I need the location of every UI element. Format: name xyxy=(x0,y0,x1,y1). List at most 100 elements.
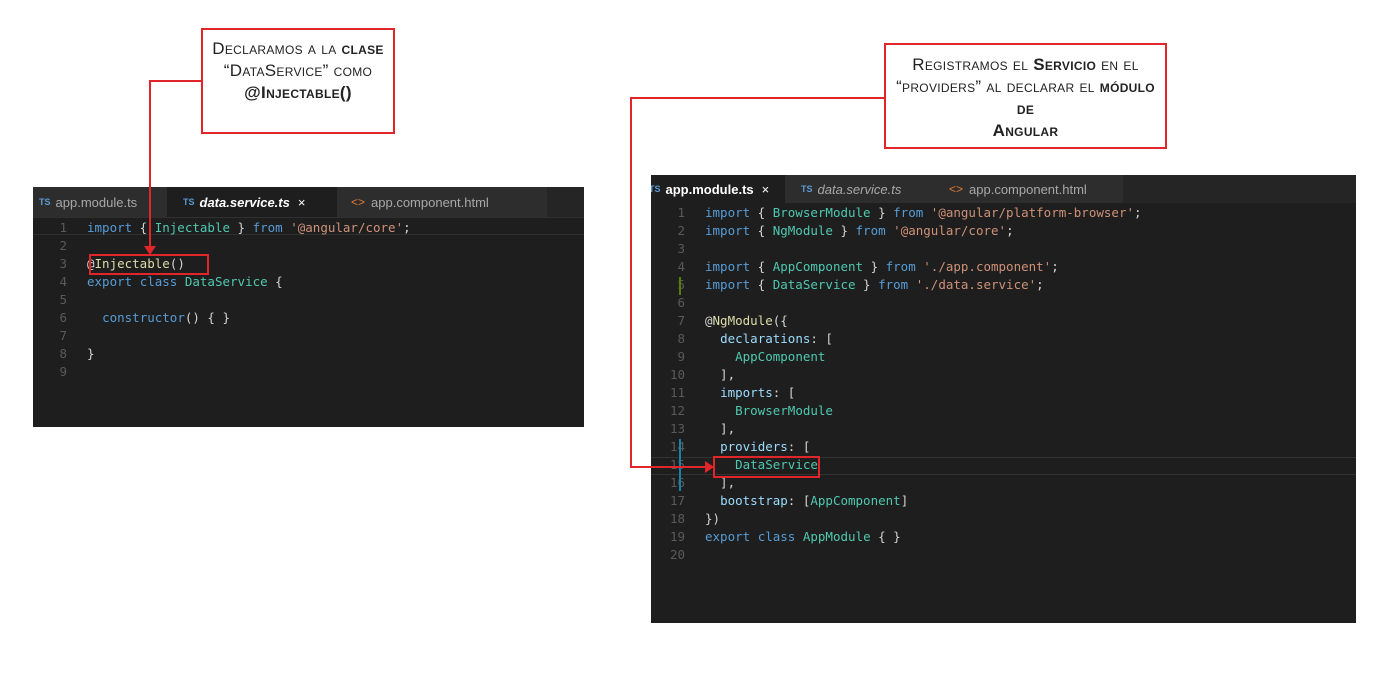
code-token: BrowserModule xyxy=(772,205,871,220)
line-number: 8 xyxy=(677,331,685,346)
code-token: from xyxy=(878,277,909,292)
code-token: from xyxy=(885,259,916,274)
code-token: AppComponent xyxy=(772,259,864,274)
code-line[interactable]: 4 export class DataService { xyxy=(33,273,584,291)
callout-injectable: Declaramos a la clase “DataService” como… xyxy=(201,28,395,134)
line-number: 8 xyxy=(59,346,67,361)
code-line[interactable]: 8 declarations: [ xyxy=(651,330,1356,348)
code-line[interactable]: 3 xyxy=(651,240,1356,258)
code-token: }) xyxy=(705,511,721,526)
code-token: './data.service' xyxy=(915,277,1037,292)
right-tab-bar: TS app.module.ts × TS data.service.ts <>… xyxy=(651,175,1356,203)
code-token: import xyxy=(705,223,751,238)
line-number: 9 xyxy=(59,364,67,379)
code-token: '@angular/core' xyxy=(893,223,1007,238)
right-code-editor: TS app.module.ts × TS data.service.ts <>… xyxy=(651,175,1356,623)
tab-app-module[interactable]: TS app.module.ts xyxy=(33,187,167,217)
line-number: 15 xyxy=(669,457,685,472)
code-line[interactable]: 14 providers: [ xyxy=(651,438,1356,456)
callout-left-text-1a: Declaramos a la xyxy=(212,39,342,58)
code-line[interactable]: 4 import { AppComponent } from './app.com… xyxy=(651,258,1356,276)
code-token: } xyxy=(832,223,856,238)
code-token: ], xyxy=(705,421,736,436)
code-token: from xyxy=(252,220,283,235)
typescript-icon: TS xyxy=(39,197,51,207)
code-line[interactable]: 20 xyxy=(651,546,1356,564)
callout-left-text-3: @Injectable() xyxy=(244,83,352,102)
code-token: } xyxy=(230,220,253,235)
html-icon: <> xyxy=(351,195,366,209)
code-token: import xyxy=(87,220,133,235)
tab-label: data.service.ts xyxy=(199,194,290,210)
tab-label: app.module.ts xyxy=(55,194,138,210)
line-number: 12 xyxy=(669,403,685,418)
tab-data-service[interactable]: TS data.service.ts × xyxy=(167,187,337,217)
code-token: () { } xyxy=(184,310,231,325)
code-line[interactable]: 13 ], xyxy=(651,420,1356,438)
code-line[interactable]: 7 @NgModule({ xyxy=(651,312,1356,330)
code-token: { xyxy=(267,274,283,289)
code-token: import xyxy=(705,259,751,274)
code-line[interactable]: 1 import { BrowserModule } from '@angular… xyxy=(651,204,1356,222)
tab-app-module[interactable]: TS app.module.ts × xyxy=(651,175,785,203)
code-token: bootstrap xyxy=(720,493,788,508)
code-token: ] xyxy=(900,493,909,508)
code-line[interactable]: 7 xyxy=(33,327,584,345)
connector-line xyxy=(630,97,632,467)
code-line[interactable]: 9 AppComponent xyxy=(651,348,1356,366)
code-line[interactable]: 11 imports: [ xyxy=(651,384,1356,402)
code-line[interactable]: 8} xyxy=(33,345,584,363)
code-line[interactable]: 12 BrowserModule xyxy=(651,402,1356,420)
code-line[interactable]: 6 constructor() { } xyxy=(33,309,584,327)
typescript-icon: TS xyxy=(183,197,195,207)
code-token: import xyxy=(705,205,751,220)
code-token: : [ xyxy=(810,331,833,346)
left-code-editor: TS app.module.ts TS data.service.ts × <>… xyxy=(33,187,584,427)
line-number: 1 xyxy=(59,220,67,235)
code-token: declarations xyxy=(720,331,811,346)
tab-data-service[interactable]: TS data.service.ts xyxy=(785,175,929,203)
arrow-icon xyxy=(705,461,714,473)
code-token: } xyxy=(870,205,894,220)
close-icon[interactable]: × xyxy=(762,182,770,197)
code-line[interactable]: 5 import { DataService } from './data.ser… xyxy=(651,276,1356,294)
connector-line xyxy=(149,80,202,82)
code-token: : [ xyxy=(787,493,811,508)
line-number: 3 xyxy=(59,256,67,271)
code-token: NgModule xyxy=(772,223,833,238)
code-line[interactable]: 17 bootstrap: [AppComponent] xyxy=(651,492,1356,510)
callout-right-text-1c: en el xyxy=(1096,55,1139,74)
line-number: 4 xyxy=(677,259,685,274)
code-line[interactable]: 10 ], xyxy=(651,366,1356,384)
typescript-icon: TS xyxy=(651,184,661,194)
code-line[interactable]: 6 xyxy=(651,294,1356,312)
callout-left-text-2: “DataService” como xyxy=(223,61,373,80)
close-icon[interactable]: × xyxy=(298,195,306,210)
code-line[interactable]: 2 import { NgModule } from '@angular/core… xyxy=(651,222,1356,240)
tab-label: app.module.ts xyxy=(665,181,754,197)
right-code-lines[interactable]: 1 import { BrowserModule } from '@angular… xyxy=(651,204,1356,564)
callout-right-text-2a: “providers” al declarar el xyxy=(896,77,1100,96)
tab-app-component-html[interactable]: <> app.component.html xyxy=(929,175,1123,203)
code-token: export xyxy=(87,274,133,289)
code-token: } xyxy=(87,346,95,361)
tab-app-component-html[interactable]: <> app.component.html xyxy=(337,187,547,217)
code-line[interactable]: 18}) xyxy=(651,510,1356,528)
code-token: AppComponent xyxy=(810,493,901,508)
code-line[interactable]: 9 xyxy=(33,363,584,381)
code-line[interactable]: 2 xyxy=(33,237,584,255)
line-number: 5 xyxy=(677,277,685,292)
code-token: AppModule xyxy=(802,529,871,544)
left-code-lines[interactable]: 1 import { Injectable } from '@angular/co… xyxy=(33,219,584,381)
code-line[interactable]: 5 xyxy=(33,291,584,309)
callout-providers: Registramos el Servicio en el “providers… xyxy=(884,43,1167,149)
code-line[interactable]: 19 export class AppModule { } xyxy=(651,528,1356,546)
line-number: 7 xyxy=(59,328,67,343)
callout-right-text-1b: Servicio xyxy=(1033,55,1097,74)
gutter-added-mark xyxy=(679,439,681,491)
code-line[interactable]: 1 import { Injectable } from '@angular/co… xyxy=(33,219,584,237)
